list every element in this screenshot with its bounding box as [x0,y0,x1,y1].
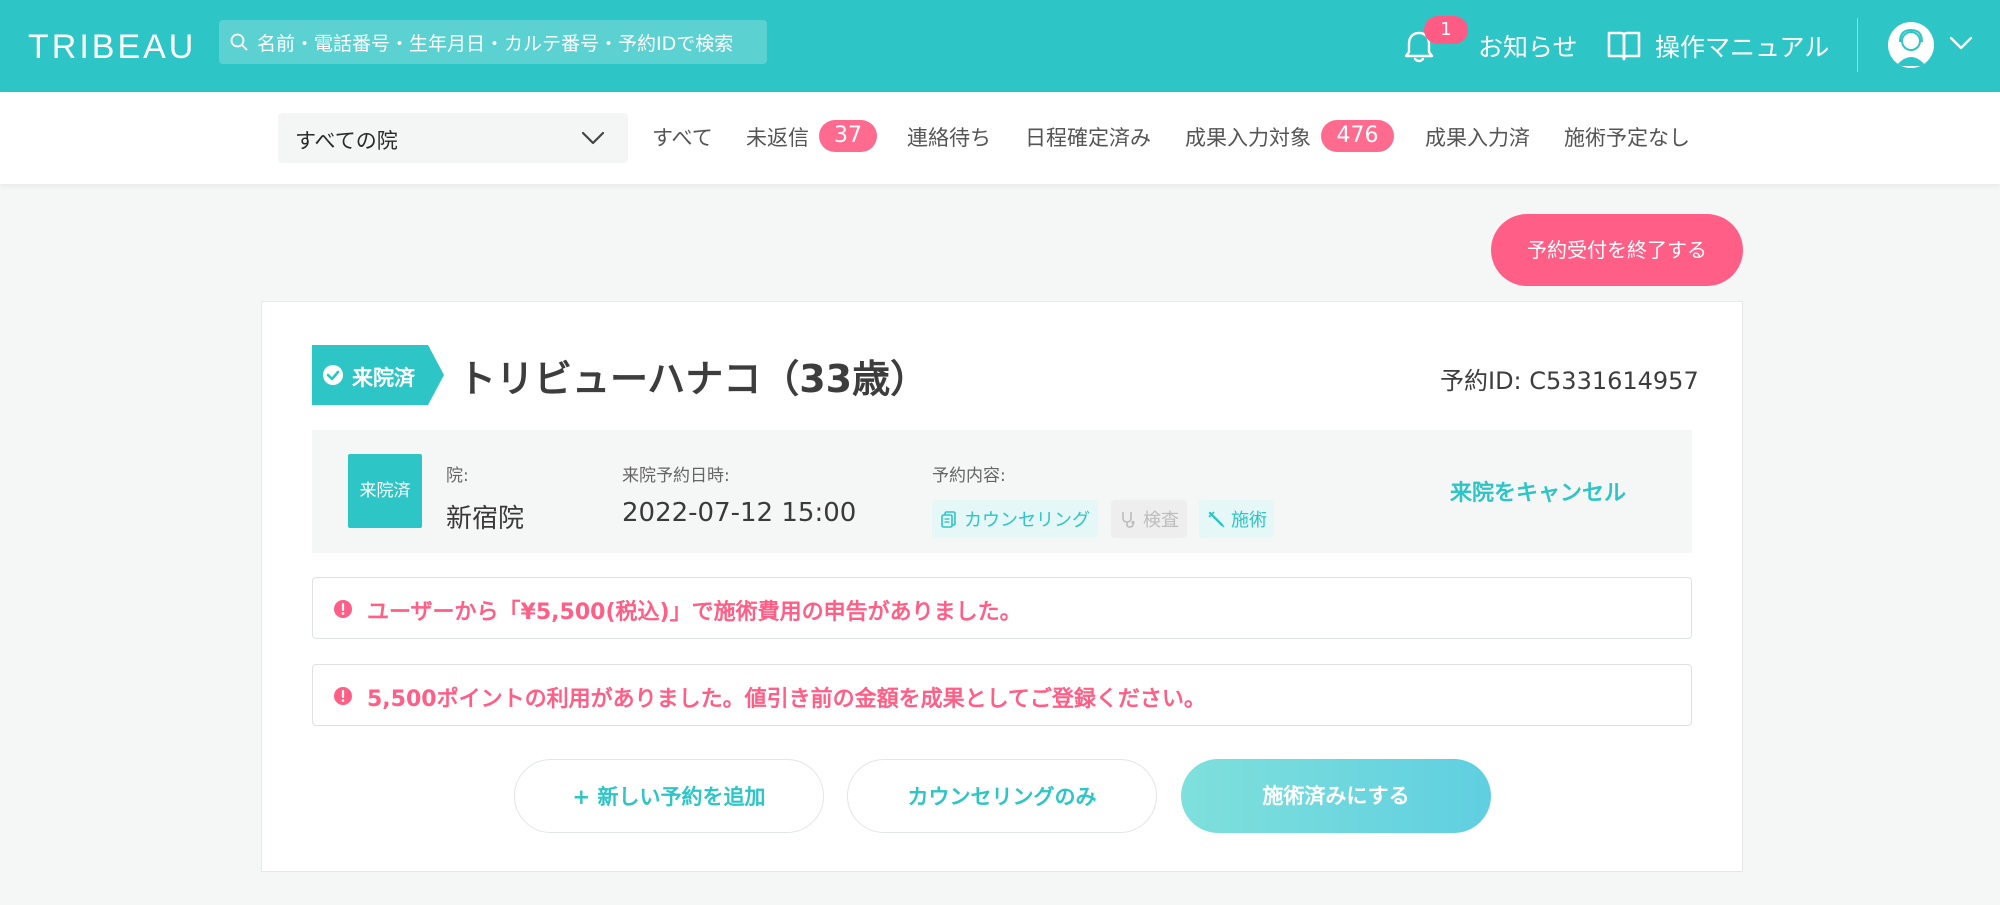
header-divider [1857,18,1858,72]
document-icon [941,511,956,528]
chip-examination: 検査 [1111,500,1187,538]
cancel-visit-link[interactable]: 来院をキャンセル [1450,475,1626,507]
tab-unreplied[interactable]: 未返信 [746,122,809,152]
tab-date-confirmed[interactable]: 日程確定済み [1025,122,1151,152]
alert-icon [334,687,352,705]
search-input[interactable]: 名前・電話番号・生年月日・カルテ番号・予約IDで検索 [219,20,767,64]
stethoscope-icon [1122,512,1135,528]
tab-no-treatment-planned[interactable]: 施術予定なし [1564,122,1690,152]
patient-name: トリビューハナコ（33歳） [458,357,929,401]
result-target-count-badge: 476 [1321,120,1394,152]
tab-all[interactable]: すべて [652,122,713,152]
alert-icon [334,600,352,618]
alert-message: 5,500ポイントの利用がありました。値引き前の金額を成果としてご登録ください。 [312,664,1692,726]
counseling-only-button[interactable]: カウンセリングのみ [847,759,1157,833]
chevron-down-icon [581,131,605,145]
unreplied-count-badge: 37 [819,120,877,152]
manual-link[interactable]: 操作マニュアル [1655,28,1829,64]
clinic-value: 新宿院 [446,504,525,534]
search-icon [230,33,248,51]
add-reservation-button[interactable]: + 新しい予約を追加 [514,759,824,833]
chip-label: 施術 [1231,510,1267,531]
alert-text: ユーザーから「¥5,500(税込)」で施術費用の申告がありました。 [367,600,1022,625]
content-label: 予約内容: [932,466,1006,486]
notification-badge: 1 [1424,16,1468,44]
mark-treated-button[interactable]: 施術済みにする [1181,759,1491,833]
end-reception-button[interactable]: 予約受付を終了する [1491,214,1743,286]
chip-label: 検査 [1143,510,1179,531]
chevron-down-icon[interactable] [1948,34,1974,52]
check-circle-icon [323,365,343,385]
visit-status-badge: 来院済 [348,454,422,528]
alert-message: ユーザーから「¥5,500(税込)」で施術費用の申告がありました。 [312,577,1692,639]
notifications-link[interactable]: お知らせ [1478,28,1578,64]
tab-result-input-target[interactable]: 成果入力対象 [1185,122,1311,152]
user-avatar[interactable] [1888,22,1934,68]
reservation-id: 予約ID: C5331614957 [1440,367,1699,395]
status-label: 来院済 [352,366,415,390]
tab-awaiting-contact[interactable]: 連絡待ち [907,122,991,152]
syringe-icon [1208,511,1225,528]
clinic-select-value: すべての院 [295,129,398,153]
clinic-select[interactable]: すべての院 [278,113,628,163]
chip-label: カウンセリング [964,510,1090,531]
search-placeholder: 名前・電話番号・生年月日・カルテ番号・予約IDで検索 [257,32,734,55]
datetime-label: 来院予約日時: [622,466,730,486]
chip-treatment: 施術 [1199,500,1274,538]
book-icon[interactable] [1606,28,1642,62]
alert-text: 5,500ポイントの利用がありました。値引き前の金額を成果としてご登録ください。 [367,687,1206,712]
brand-logo[interactable]: TRIBEAU [28,28,196,67]
datetime-value: 2022-07-12 15:00 [622,498,857,528]
tab-result-entered[interactable]: 成果入力済 [1425,122,1530,152]
clinic-label: 院: [446,466,469,486]
avatar-icon [1896,28,1926,66]
chip-counseling: カウンセリング [932,500,1098,538]
